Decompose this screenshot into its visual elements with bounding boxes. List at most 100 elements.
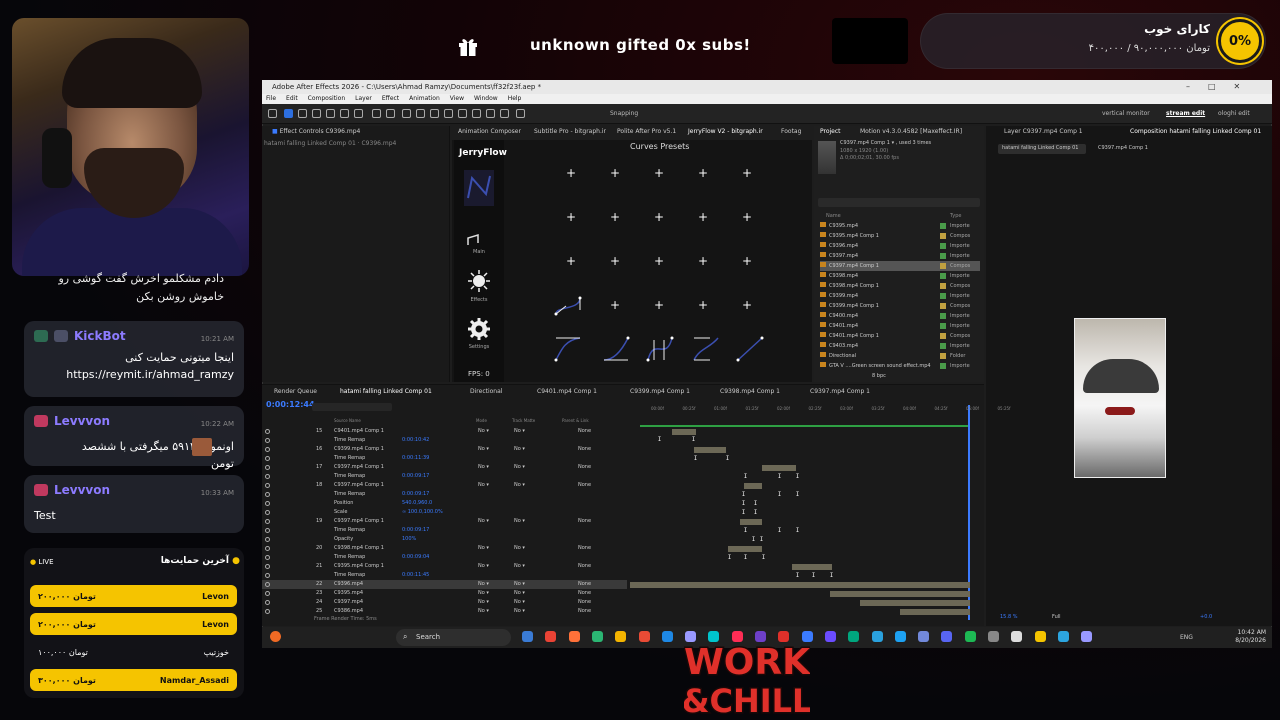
workspace-stream-edit[interactable]: stream edit — [1166, 110, 1205, 117]
viewer-breadcrumb[interactable]: C9397.mp4 Comp 1 — [1098, 145, 1148, 151]
layer-bar[interactable] — [728, 546, 762, 552]
add-preset-icon[interactable]: + — [742, 167, 752, 179]
keyframe-icon[interactable]: ⵊ — [742, 501, 747, 507]
add-preset-icon[interactable]: + — [610, 167, 620, 179]
layer-bar[interactable] — [672, 429, 696, 435]
add-preset-icon[interactable]: + — [566, 255, 576, 267]
curve-preset-icon[interactable] — [552, 334, 584, 364]
bpc-label[interactable]: 8 bpc — [872, 373, 886, 379]
settings-gear-icon[interactable] — [468, 318, 490, 340]
keyframe-icon[interactable]: ⵊ — [744, 528, 749, 534]
dolly-tool-icon[interactable] — [354, 109, 363, 118]
eraser-tool-icon[interactable] — [472, 109, 481, 118]
layer-row[interactable]: 25 C9386.mp4 No ▾ No ▾ None — [262, 607, 627, 616]
layer-row[interactable]: 24 C9397.mp4 No ▾ No ▾ None — [262, 598, 627, 607]
col-name[interactable]: Name — [826, 213, 841, 219]
language-indicator[interactable]: ENG — [1180, 634, 1193, 641]
keyframe-icon[interactable]: ⵊ — [812, 573, 817, 579]
timeline-search-input[interactable] — [312, 403, 392, 411]
taskbar-app-icon[interactable] — [685, 631, 697, 642]
taskbar-app-icon[interactable] — [918, 631, 930, 642]
blend-mode[interactable]: No ▾ — [478, 544, 489, 553]
visibility-eye-icon[interactable] — [265, 600, 270, 605]
chat-username[interactable]: Levvvon — [54, 414, 110, 428]
visibility-eye-icon[interactable] — [265, 519, 270, 524]
layer-bar[interactable] — [830, 591, 970, 597]
layer-row[interactable]: Time Remap 0:00:11:39 — [262, 454, 627, 463]
label-swatch[interactable] — [940, 263, 946, 269]
taskbar-app-icon[interactable] — [568, 631, 580, 642]
keyframe-icon[interactable]: ⵊ — [744, 555, 749, 561]
text-tool-icon[interactable] — [430, 109, 439, 118]
layer-name[interactable]: C9395.mp4 Comp 1 — [334, 562, 384, 571]
project-item[interactable]: C9398.mp4 Importe — [820, 271, 980, 281]
parent-link[interactable]: None — [578, 562, 591, 571]
track-matte[interactable]: No ▾ — [514, 427, 525, 436]
curve-preset-icon[interactable] — [552, 296, 584, 316]
track-matte[interactable]: No ▾ — [514, 544, 525, 553]
timeline-tab[interactable]: C9397.mp4 Comp 1 — [810, 388, 870, 395]
curve-preset-icon[interactable] — [734, 334, 766, 364]
layer-name[interactable]: C9397.mp4 Comp 1 — [334, 481, 384, 490]
layer-name[interactable]: Time Remap — [334, 571, 365, 580]
keyframe-icon[interactable]: ⵊ — [728, 555, 733, 561]
blend-mode[interactable]: No ▾ — [478, 562, 489, 571]
property-value[interactable]: 100% — [402, 535, 416, 544]
clock[interactable]: 10:42 AM 8/20/2026 — [1228, 629, 1266, 645]
layer-bar[interactable] — [744, 483, 762, 489]
project-item[interactable]: C9401.mp4 Comp 1 Compos — [820, 331, 980, 341]
layer-name[interactable]: Position — [334, 499, 353, 508]
keyframe-icon[interactable]: ⵊ — [754, 510, 759, 516]
timeline-tab[interactable]: C9401.mp4 Comp 1 — [537, 388, 597, 395]
track-matte[interactable]: No ▾ — [514, 562, 525, 571]
visibility-eye-icon[interactable] — [265, 537, 270, 542]
effects-icon[interactable] — [468, 270, 490, 292]
layer-name[interactable]: Time Remap — [334, 436, 365, 445]
property-value[interactable]: 540.0,960.0 — [402, 499, 432, 508]
property-value[interactable]: 0:00:09:04 — [402, 553, 429, 562]
pan-tool-icon[interactable] — [340, 109, 349, 118]
layer-bar[interactable] — [792, 564, 832, 570]
blend-mode[interactable]: No ▾ — [478, 589, 489, 598]
track-matte[interactable]: No ▾ — [514, 445, 525, 454]
add-preset-icon[interactable]: + — [654, 255, 664, 267]
menu-animation[interactable]: Animation — [407, 94, 442, 104]
parent-link[interactable]: None — [578, 463, 591, 472]
label-swatch[interactable] — [940, 333, 946, 339]
visibility-eye-icon[interactable] — [265, 483, 270, 488]
add-preset-icon[interactable]: + — [654, 299, 664, 311]
timecode[interactable]: 0:00:12:44 — [266, 400, 315, 409]
track-matte[interactable]: No ▾ — [514, 607, 525, 616]
project-item[interactable]: Directional Folder — [820, 351, 980, 361]
taskbar-app-icon[interactable] — [871, 631, 883, 642]
timeline-tab[interactable]: C9398.mp4 Comp 1 — [720, 388, 780, 395]
menu-effect[interactable]: Effect — [380, 94, 401, 104]
project-item[interactable]: C9397.mp4 Comp 1 Compos — [820, 261, 980, 271]
visibility-eye-icon[interactable] — [265, 447, 270, 452]
main-icon[interactable] — [466, 233, 480, 247]
layer-row[interactable]: Time Remap 0:00:09:04 — [262, 553, 627, 562]
layer-row[interactable]: Time Remap 0:00:09:17 — [262, 472, 627, 481]
blend-mode[interactable]: No ▾ — [478, 481, 489, 490]
home-icon[interactable] — [268, 109, 277, 118]
timeline-tab[interactable]: C9399.mp4 Comp 1 — [630, 388, 690, 395]
add-preset-icon[interactable]: + — [698, 255, 708, 267]
parent-link[interactable]: None — [578, 481, 591, 490]
visibility-eye-icon[interactable] — [265, 456, 270, 461]
add-preset-icon[interactable]: + — [654, 167, 664, 179]
pin-tool-icon[interactable] — [516, 109, 525, 118]
keyframe-icon[interactable]: ⵊ — [796, 528, 801, 534]
visibility-eye-icon[interactable] — [265, 492, 270, 497]
layer-name[interactable]: C9399.mp4 Comp 1 — [334, 445, 384, 454]
layer-name[interactable]: C9397.mp4 — [334, 598, 363, 607]
layer-row[interactable]: 17 C9397.mp4 Comp 1 No ▾ No ▾ None — [262, 463, 627, 472]
blend-mode[interactable]: No ▾ — [478, 427, 489, 436]
layer-bar[interactable] — [694, 447, 726, 453]
menu-composition[interactable]: Composition — [306, 94, 347, 104]
visibility-eye-icon[interactable] — [265, 582, 270, 587]
layer-row[interactable]: 16 C9399.mp4 Comp 1 No ▾ No ▾ None — [262, 445, 627, 454]
blend-mode[interactable]: No ▾ — [478, 517, 489, 526]
label-swatch[interactable] — [940, 223, 946, 229]
layer-row[interactable]: Time Remap 0:00:11:45 — [262, 571, 627, 580]
layer-name[interactable]: Time Remap — [334, 454, 365, 463]
